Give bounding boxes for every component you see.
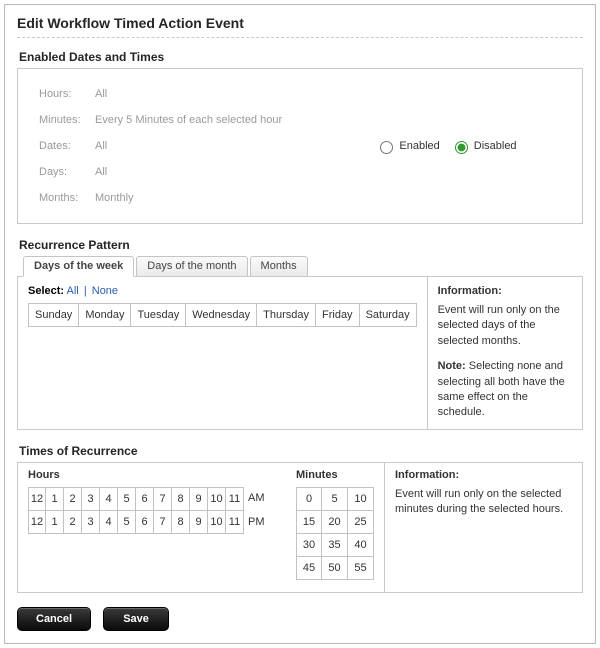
minute-cell-0[interactable]: 0 bbox=[296, 487, 322, 511]
hour-cell-am-3[interactable]: 3 bbox=[82, 487, 100, 511]
hour-cell-am-7[interactable]: 7 bbox=[154, 487, 172, 511]
enabled-summary-table: Hours: All Minutes: Every 5 Minutes of e… bbox=[31, 80, 290, 212]
tabs-recurrence: Days of the week Days of the month Month… bbox=[17, 256, 583, 430]
label-dates: Dates: bbox=[33, 134, 87, 158]
pm-label: PM bbox=[244, 511, 268, 534]
radio-disabled-input[interactable] bbox=[455, 141, 468, 154]
hour-cell-pm-1[interactable]: 1 bbox=[46, 511, 64, 534]
hour-cell-am-2[interactable]: 2 bbox=[64, 487, 82, 511]
panel-enabled-summary: Hours: All Minutes: Every 5 Minutes of e… bbox=[17, 68, 583, 224]
minute-cell-10[interactable]: 10 bbox=[348, 487, 374, 511]
dialog-title: Edit Workflow Timed Action Event bbox=[17, 15, 583, 31]
radio-enabled-input[interactable] bbox=[380, 141, 393, 154]
hour-cell-pm-3[interactable]: 3 bbox=[82, 511, 100, 534]
tab-months[interactable]: Months bbox=[250, 256, 308, 277]
hours-column: Hours 121234567891011AM121234567891011PM bbox=[28, 469, 268, 580]
recurrence-info-title: Information: bbox=[438, 285, 572, 297]
hours-title: Hours bbox=[28, 469, 268, 481]
dialog-workflow-timed-action: Edit Workflow Timed Action Event Enabled… bbox=[4, 4, 596, 644]
day-cell-monday[interactable]: Monday bbox=[79, 303, 131, 327]
hour-cell-pm-12[interactable]: 12 bbox=[28, 511, 46, 534]
times-info-panel: Information: Event will run only on the … bbox=[384, 463, 582, 592]
tab-panel-days-of-week: Select: All | None Sunday Monday Tuesday… bbox=[17, 276, 583, 430]
radio-enabled-label: Enabled bbox=[399, 140, 439, 152]
minute-cell-25[interactable]: 25 bbox=[348, 511, 374, 534]
select-line: Select: All | None bbox=[28, 285, 417, 297]
label-months: Months: bbox=[33, 186, 87, 210]
hour-cell-pm-5[interactable]: 5 bbox=[118, 511, 136, 534]
day-cell-saturday[interactable]: Saturday bbox=[360, 303, 417, 327]
minute-cell-50[interactable]: 50 bbox=[322, 557, 348, 580]
minute-cell-45[interactable]: 45 bbox=[296, 557, 322, 580]
radio-enabled[interactable]: Enabled bbox=[375, 138, 439, 154]
tab-days-of-week[interactable]: Days of the week bbox=[23, 256, 134, 277]
tab-days-of-month[interactable]: Days of the month bbox=[136, 256, 247, 277]
link-select-all[interactable]: All bbox=[67, 285, 79, 297]
day-cell-friday[interactable]: Friday bbox=[316, 303, 360, 327]
recurrence-info-body: Event will run only on the selected days… bbox=[438, 303, 572, 349]
section-title-times: Times of Recurrence bbox=[19, 444, 583, 458]
value-minutes: Every 5 Minutes of each selected hour bbox=[89, 108, 288, 132]
value-months: Monthly bbox=[89, 186, 288, 210]
section-title-recurrence: Recurrence Pattern bbox=[19, 238, 583, 252]
radio-disabled-label: Disabled bbox=[474, 140, 517, 152]
hour-cell-pm-2[interactable]: 2 bbox=[64, 511, 82, 534]
enable-radio-group: Enabled Disabled bbox=[375, 138, 569, 154]
minute-cell-20[interactable]: 20 bbox=[322, 511, 348, 534]
hour-cell-am-9[interactable]: 9 bbox=[190, 487, 208, 511]
day-of-week-grid: Sunday Monday Tuesday Wednesday Thursday… bbox=[28, 303, 417, 327]
minute-cell-55[interactable]: 55 bbox=[348, 557, 374, 580]
hour-cell-pm-9[interactable]: 9 bbox=[190, 511, 208, 534]
hour-cell-pm-11[interactable]: 11 bbox=[226, 511, 244, 534]
am-label: AM bbox=[244, 487, 268, 511]
times-info-body: Event will run only on the selected minu… bbox=[395, 487, 572, 518]
minute-cell-35[interactable]: 35 bbox=[322, 534, 348, 557]
hour-cell-pm-7[interactable]: 7 bbox=[154, 511, 172, 534]
day-cell-tuesday[interactable]: Tuesday bbox=[131, 303, 186, 327]
value-days: All bbox=[89, 160, 288, 184]
select-pipe: | bbox=[84, 285, 87, 297]
hour-cell-am-5[interactable]: 5 bbox=[118, 487, 136, 511]
dialog-button-row: Cancel Save bbox=[17, 607, 583, 631]
minute-cell-5[interactable]: 5 bbox=[322, 487, 348, 511]
section-title-enabled: Enabled Dates and Times bbox=[19, 50, 583, 64]
hour-cell-pm-4[interactable]: 4 bbox=[100, 511, 118, 534]
label-days: Days: bbox=[33, 160, 87, 184]
separator bbox=[17, 37, 583, 38]
value-hours: All bbox=[89, 82, 288, 106]
hour-cell-am-11[interactable]: 11 bbox=[226, 487, 244, 511]
minute-cell-30[interactable]: 30 bbox=[296, 534, 322, 557]
link-select-none[interactable]: None bbox=[92, 285, 118, 297]
minutes-grid: 0510 152025 303540 455055 bbox=[296, 487, 374, 580]
radio-disabled[interactable]: Disabled bbox=[450, 138, 517, 154]
label-minutes: Minutes: bbox=[33, 108, 87, 132]
hour-cell-am-8[interactable]: 8 bbox=[172, 487, 190, 511]
recurrence-info-panel: Information: Event will run only on the … bbox=[427, 277, 582, 429]
hours-grid: 121234567891011AM121234567891011PM bbox=[28, 487, 268, 534]
select-prefix: Select: bbox=[28, 285, 64, 297]
hour-cell-pm-8[interactable]: 8 bbox=[172, 511, 190, 534]
save-button[interactable]: Save bbox=[103, 607, 169, 631]
hour-cell-am-10[interactable]: 10 bbox=[208, 487, 226, 511]
value-dates: All bbox=[89, 134, 288, 158]
hour-cell-pm-6[interactable]: 6 bbox=[136, 511, 154, 534]
times-info-title: Information: bbox=[395, 469, 572, 481]
minutes-title: Minutes bbox=[296, 469, 374, 481]
panel-times: Hours 121234567891011AM121234567891011PM… bbox=[17, 462, 583, 593]
minute-cell-15[interactable]: 15 bbox=[296, 511, 322, 534]
day-cell-sunday[interactable]: Sunday bbox=[28, 303, 79, 327]
day-cell-thursday[interactable]: Thursday bbox=[257, 303, 316, 327]
day-cell-wednesday[interactable]: Wednesday bbox=[186, 303, 257, 327]
label-hours: Hours: bbox=[33, 82, 87, 106]
recurrence-note-label: Note: bbox=[438, 360, 466, 372]
hour-cell-am-12[interactable]: 12 bbox=[28, 487, 46, 511]
hour-cell-pm-10[interactable]: 10 bbox=[208, 511, 226, 534]
hour-cell-am-6[interactable]: 6 bbox=[136, 487, 154, 511]
minutes-column: Minutes 0510 152025 303540 455055 bbox=[296, 469, 374, 580]
hour-cell-am-1[interactable]: 1 bbox=[46, 487, 64, 511]
hour-cell-am-4[interactable]: 4 bbox=[100, 487, 118, 511]
minute-cell-40[interactable]: 40 bbox=[348, 534, 374, 557]
cancel-button[interactable]: Cancel bbox=[17, 607, 91, 631]
